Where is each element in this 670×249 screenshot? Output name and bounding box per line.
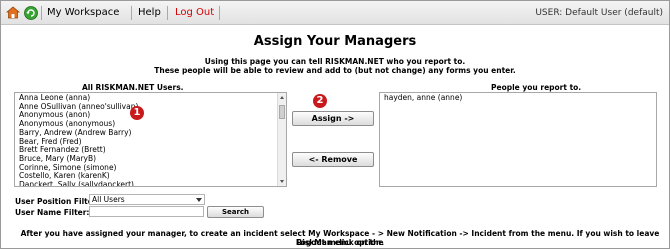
nav-divider <box>131 6 132 20</box>
name-filter-label: User Name Filter: <box>15 208 90 217</box>
nav-log-out[interactable]: Log Out <box>175 7 214 18</box>
list-item[interactable]: Danckert, Sally (sallydanckert) <box>19 180 286 186</box>
report-to-label: People you report to. <box>491 83 582 92</box>
top-nav-bar: My Workspace Help Log Out USER: Default … <box>1 1 669 25</box>
page-title: Assign Your Managers <box>253 34 417 49</box>
refresh-icon[interactable] <box>23 5 39 21</box>
nav-help[interactable]: Help <box>138 7 161 18</box>
annotation-badge-1: 1 <box>130 106 144 120</box>
intro-text-line2: These people will be able to review and … <box>154 66 516 75</box>
chevron-down-icon <box>196 198 202 202</box>
annotation-badge-2: 2 <box>313 94 327 108</box>
position-filter-select[interactable]: All Users <box>89 194 205 205</box>
scroll-thumb[interactable] <box>279 105 285 119</box>
home-icon[interactable] <box>5 5 21 21</box>
search-button[interactable]: Search <box>207 206 264 218</box>
position-filter-value: All Users <box>92 195 125 204</box>
all-users-list: Anna Leone (anna) Anne OSullivan (anneo's… <box>15 93 286 186</box>
listbox-scrollbar[interactable] <box>277 93 286 186</box>
current-user: USER: Default User (default) <box>535 8 663 18</box>
nav-my-workspace[interactable]: My Workspace <box>47 7 119 18</box>
nav-divider <box>41 6 42 20</box>
name-filter-input[interactable] <box>89 206 204 217</box>
report-to-listbox[interactable]: hayden, anne (anne) <box>379 92 657 187</box>
intro-text-line1: Using this page you can tell RISKMAN.NET… <box>204 57 466 66</box>
scroll-down-icon[interactable] <box>280 180 284 183</box>
all-users-listbox[interactable]: Anna Leone (anna) Anne OSullivan (anneo's… <box>14 92 287 187</box>
nav-divider <box>219 6 220 20</box>
position-filter-label: User Position Filter: <box>15 197 100 206</box>
remove-button[interactable]: <- Remove <box>292 152 374 167</box>
scroll-up-icon[interactable] <box>280 96 284 99</box>
footer-instructions-line2: Logout menu option. <box>295 238 385 247</box>
assign-button[interactable]: Assign -> <box>292 111 374 126</box>
report-to-list: hayden, anne (anne) <box>380 93 656 103</box>
list-item[interactable]: hayden, anne (anne) <box>384 93 656 103</box>
all-users-label: All RISKMAN.NET Users. <box>82 83 184 92</box>
nav-divider <box>167 6 168 20</box>
